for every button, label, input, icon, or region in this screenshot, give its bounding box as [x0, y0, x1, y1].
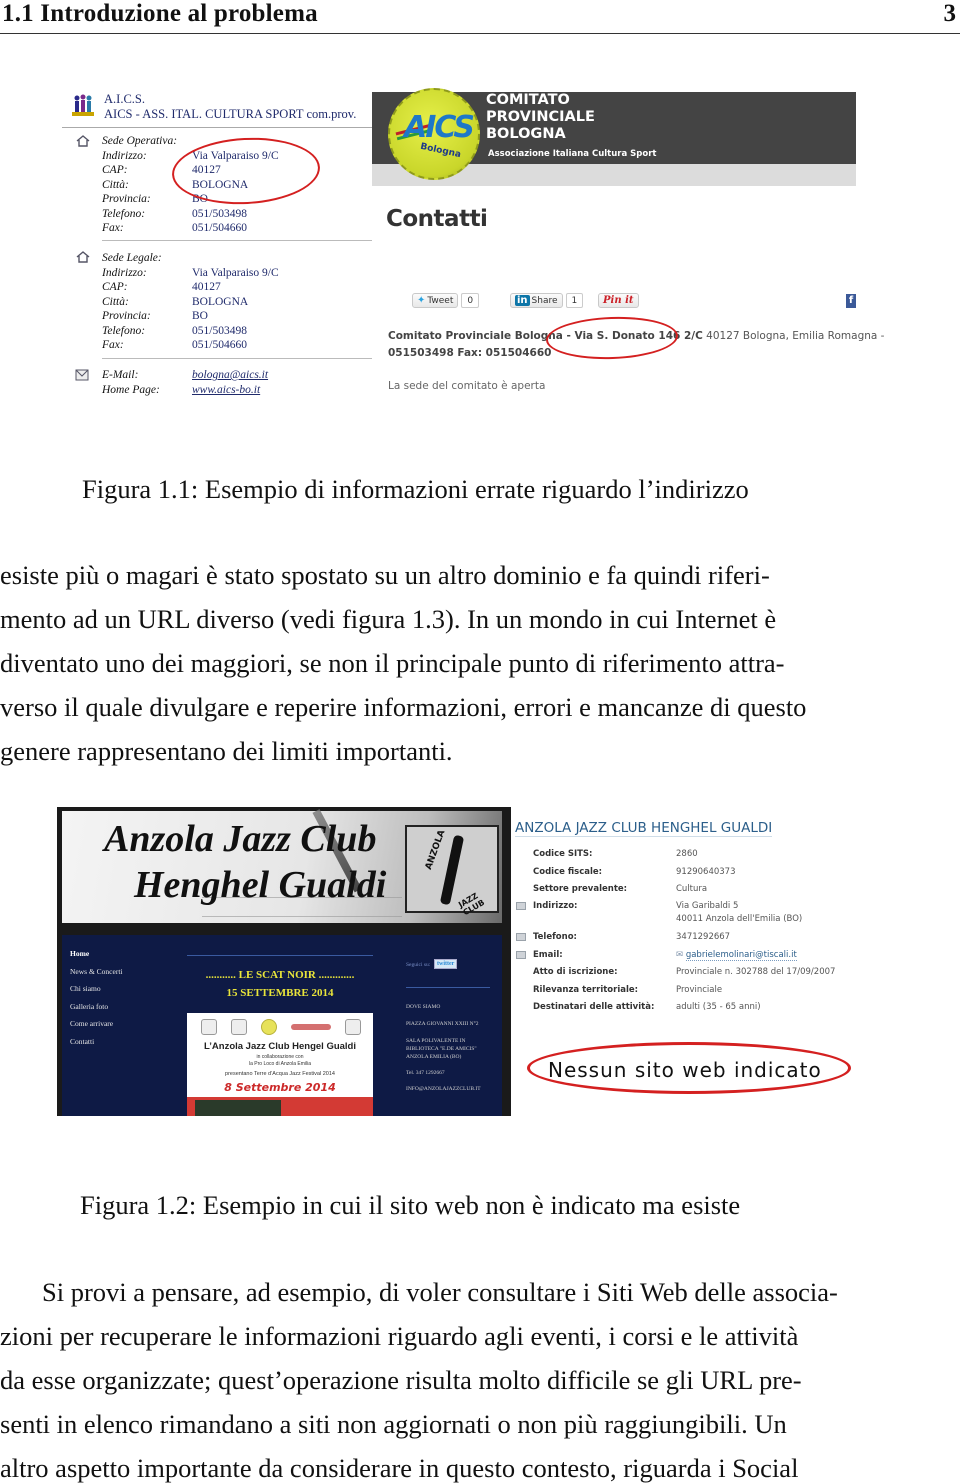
- info-row: Rilevanza territoriale: Provinciale: [533, 985, 723, 995]
- sponsor-logo: [291, 1024, 331, 1030]
- linkedin-icon: in: [515, 295, 530, 306]
- poster-photo: [195, 1100, 281, 1116]
- page-heading: Contatti: [386, 206, 488, 232]
- paragraph-2: Si provi a pensare, ad esempio, di voler…: [0, 1277, 838, 1483]
- jazz-nav: Home News & Concerti Chi siamo Galleria …: [70, 949, 123, 1054]
- running-header: 1.1 Introduzione al problema 3: [0, 0, 960, 34]
- figure-1-2-caption: Figura 1.2: Esempio in cui il sito web n…: [80, 1190, 741, 1220]
- jazz-header: Anzola Jazz Club Henghel Gualdi ANZOLA J…: [62, 809, 502, 923]
- nav-galleria[interactable]: Galleria foto: [70, 1002, 123, 1020]
- info-row: Destinatari delle attività: adulti (35 - …: [533, 1002, 761, 1012]
- info-row: 40011 Anzola dell'Emilia (BO): [676, 914, 803, 924]
- figure-1-2-left-screenshot: Anzola Jazz Club Henghel Gualdi ANZOLA J…: [57, 807, 511, 1116]
- share-button[interactable]: in Share: [510, 293, 563, 308]
- divider: [102, 240, 372, 241]
- divider: [62, 127, 372, 128]
- info-row: Codice SITS: 2860: [533, 849, 698, 859]
- info-row: Codice fiscale: 91290640373: [533, 867, 736, 877]
- sponsor-logo: [261, 1019, 277, 1035]
- homepage-link[interactable]: www.aics-bo.it: [192, 383, 260, 398]
- nav-chi-siamo[interactable]: Chi siamo: [70, 984, 123, 1002]
- facebook-icon[interactable]: f: [846, 294, 856, 308]
- info-row: Telefono: 3471292667: [511, 932, 856, 946]
- email-link[interactable]: bologna@aics.it: [192, 368, 268, 383]
- twitter-bird-icon: ✦: [417, 295, 426, 306]
- jazz-title-line2: Henghel Gualdi: [134, 864, 387, 906]
- sponsor-logo: [231, 1019, 247, 1035]
- banner-subtitle: Associazione Italiana Cultura Sport: [488, 149, 657, 159]
- saxophone-icon: [439, 834, 465, 906]
- association-title: ANZOLA JAZZ CLUB HENGHEL GUALDI: [515, 820, 773, 837]
- event-date: 15 SETTEMBRE 2014: [226, 987, 334, 999]
- figure-1-1-left-screenshot: A.I.C.S. AICS - ASS. ITAL. CULTURA SPORT…: [62, 88, 372, 408]
- info-row: Settore prevalente: Cultura: [533, 884, 708, 894]
- house-icon: [76, 251, 90, 263]
- house-icon: [76, 135, 90, 147]
- divider: [187, 955, 373, 956]
- tweet-widget[interactable]: ✦ Tweet 0: [412, 293, 480, 308]
- nav-contatti[interactable]: Contatti: [70, 1037, 123, 1055]
- jazz-club-logo: ANZOLA JAZZ CLUB: [405, 825, 499, 917]
- nav-news[interactable]: News & Concerti: [70, 967, 123, 985]
- divider: [102, 358, 372, 359]
- twitter-button[interactable]: twitter: [434, 959, 458, 969]
- info-row: Atto di iscrizione: Provinciale n. 302788…: [533, 967, 836, 977]
- open-note: La sede del comitato è aperta: [388, 380, 546, 392]
- sponsor-logo: [201, 1019, 217, 1035]
- paragraph-1: esiste più o magari è stato spostato su …: [0, 560, 807, 766]
- section-title: 1.1 Introduzione al problema: [2, 0, 318, 27]
- nav-home[interactable]: Home: [70, 949, 123, 967]
- annotation-no-website: Nessun sito web indicato: [548, 1058, 822, 1082]
- banner-title: COMITATO PROVINCIALE BOLOGNA: [486, 92, 595, 142]
- jazz-title-line1: Anzola Jazz Club: [104, 818, 377, 860]
- event-title: ........... LE SCAT NOIR .............: [205, 969, 355, 981]
- info-row: Indirizzo: Via Garibaldi 5: [511, 901, 856, 915]
- tweet-button[interactable]: ✦ Tweet: [412, 293, 459, 308]
- mail-icon: ✉: [676, 950, 686, 960]
- linkedin-widget[interactable]: in Share 1: [510, 293, 584, 308]
- divider: [406, 987, 490, 988]
- event-poster: L’Anzola Jazz Club Hengel Gualdi in coll…: [187, 1013, 373, 1116]
- jazz-body: Home News & Concerti Chi siamo Galleria …: [62, 935, 502, 1116]
- sponsor-logos: [201, 1019, 361, 1035]
- org-name: A.I.C.S. AICS - ASS. ITAL. CULTURA SPORT…: [104, 92, 357, 121]
- sponsor-logo: [345, 1019, 361, 1035]
- pinit-widget[interactable]: Pin it: [598, 293, 639, 308]
- figure-1-1-right-screenshot: COMITATO PROVINCIALE BOLOGNA Associazion…: [372, 88, 884, 402]
- figure-1-1-caption: Figura 1.1: Esempio di informazioni erra…: [82, 474, 749, 504]
- share-count: 1: [565, 293, 584, 308]
- poster-band: [187, 1097, 373, 1116]
- jazz-sidebar: Seguici su: twitter DOVE SIAMO PIAZZA GI…: [400, 935, 500, 1116]
- mail-icon: [75, 369, 89, 381]
- pinit-button[interactable]: Pin it: [598, 293, 639, 308]
- address-card-icon: [516, 902, 526, 910]
- people-icon: [72, 94, 94, 116]
- jazz-main: ........... LE SCAT NOIR ............. 1…: [187, 935, 377, 1116]
- tweet-count: 0: [461, 293, 480, 308]
- page-number: 3: [943, 0, 957, 27]
- nav-come-arrivare[interactable]: Come arrivare: [70, 1019, 123, 1037]
- phone-icon: [516, 933, 526, 941]
- email-link[interactable]: gabrielemolinari@tiscali.it: [685, 950, 797, 961]
- info-row: Email: ✉ gabrielemolinari@tiscali.it: [511, 950, 856, 964]
- mail-icon: [516, 951, 526, 959]
- aics-logo: AICS Bologna: [388, 88, 480, 180]
- figure-1-2-right-screenshot: ANZOLA JAZZ CLUB HENGHEL GUALDI Codice S…: [511, 812, 856, 1112]
